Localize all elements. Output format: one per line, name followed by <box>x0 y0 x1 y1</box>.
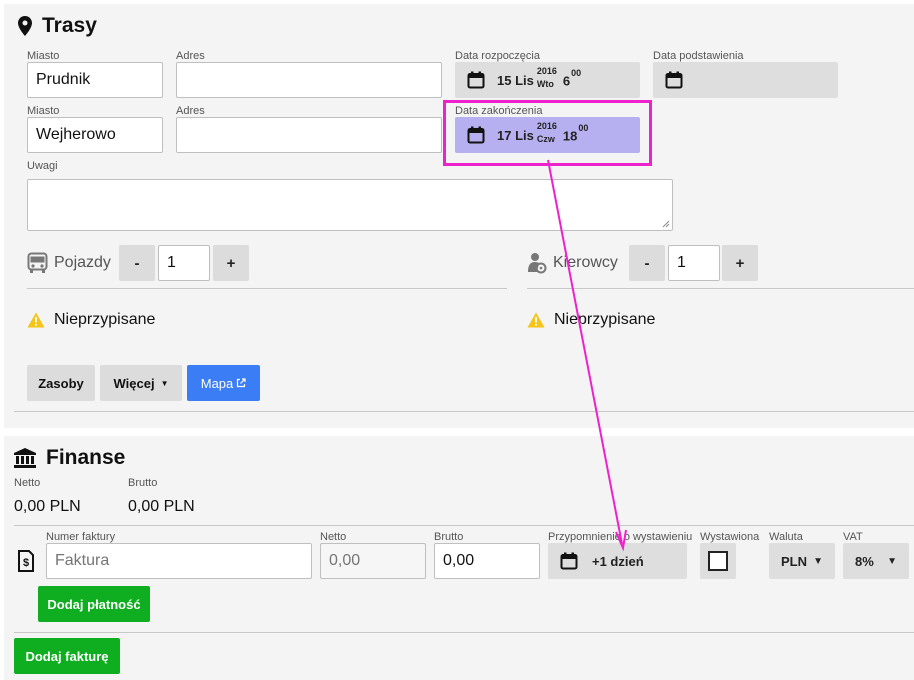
start-date-day: 15 Lis <box>497 72 534 88</box>
drivers-label: Kierowcy <box>527 252 618 274</box>
route2-address-input[interactable] <box>176 117 442 153</box>
caret-down-icon: ▼ <box>887 555 897 567</box>
end-date-day: 17 Lis <box>497 127 534 143</box>
more-dropdown-button[interactable]: Więcej ▼ <box>100 365 182 401</box>
drivers-label-text: Kierowcy <box>553 254 618 271</box>
vehicles-decrement-button[interactable]: - <box>119 245 155 281</box>
route2-address-label: Adres <box>176 105 205 117</box>
start-date-hour: 6 <box>562 73 571 89</box>
currency-value: PLN <box>781 553 807 569</box>
map-pin-icon <box>18 16 32 36</box>
drivers-decrement-button[interactable]: - <box>629 245 665 281</box>
drivers-status: Nieprzypisane <box>527 311 655 329</box>
substitution-date-label: Data podstawienia <box>653 50 744 62</box>
caret-down-icon: ▼ <box>160 378 169 388</box>
route1-city-input[interactable]: Prudnik <box>27 62 163 98</box>
total-netto-label: Netto <box>14 477 41 489</box>
resources-button[interactable]: Zasoby <box>27 365 95 401</box>
checkbox-square <box>708 551 728 571</box>
drivers-divider <box>527 288 914 289</box>
route1-city-label: Miasto <box>27 50 60 62</box>
start-date-minutes: 00 <box>571 67 582 78</box>
invoice-brutto-input[interactable]: 0,00 <box>434 543 540 579</box>
end-date-hour: 18 <box>562 128 578 144</box>
end-date-label: Data zakończenia <box>455 105 543 117</box>
svg-text:$: $ <box>23 557 29 569</box>
driver-icon <box>528 253 547 274</box>
calendar-icon <box>467 126 485 144</box>
vehicles-divider <box>27 288 507 289</box>
notes-textarea[interactable] <box>27 179 673 231</box>
vat-value: 8% <box>855 553 874 569</box>
invoice-number-input[interactable] <box>46 543 312 579</box>
currency-label: Waluta <box>769 531 803 543</box>
substitution-date-picker[interactable] <box>653 62 838 98</box>
finance-title: Finanse <box>14 446 125 470</box>
invoice-brutto-label: Brutto <box>434 531 464 543</box>
start-date-year: 2016 <box>536 66 557 76</box>
end-date-year: 2016 <box>536 121 557 131</box>
start-date-label: Data rozpoczęcia <box>455 50 540 62</box>
more-button-label: Więcej <box>113 375 155 391</box>
warning-icon <box>27 312 45 328</box>
total-brutto-value: 0,00 PLN <box>128 498 195 515</box>
vehicles-label-text: Pojazdy <box>54 254 111 271</box>
finance-divider-top <box>14 525 914 526</box>
warning-icon <box>527 312 545 328</box>
total-brutto-label: Brutto <box>128 477 158 489</box>
route1-address-label: Adres <box>176 50 205 62</box>
start-date-weekday: Wto <box>536 79 554 89</box>
route2-city-input[interactable]: Wejherowo <box>27 117 163 153</box>
finance-divider-bottom <box>14 632 914 633</box>
caret-down-icon: ▼ <box>813 555 823 567</box>
reminder-label: Przypomnienie o wystawieniu <box>548 531 693 543</box>
calendar-icon <box>560 552 578 570</box>
map-button[interactable]: Mapa <box>187 365 260 401</box>
invoice-number-label: Numer faktury <box>46 531 116 543</box>
vat-label: VAT <box>843 531 863 543</box>
vat-select[interactable]: 8% ▼ <box>843 543 909 579</box>
map-button-label: Mapa <box>200 375 234 391</box>
calendar-icon <box>665 71 683 89</box>
vehicles-status: Nieprzypisane <box>27 311 155 329</box>
drivers-count-input[interactable]: 1 <box>668 245 720 281</box>
invoice-netto-label: Netto <box>320 531 347 543</box>
issued-label: Wystawiona <box>700 531 760 543</box>
end-date-picker[interactable]: 17 Lis 2016 Czw 1800 <box>455 117 640 153</box>
issued-checkbox[interactable] <box>700 543 736 579</box>
vehicles-increment-button[interactable]: + <box>213 245 249 281</box>
currency-select[interactable]: PLN ▼ <box>769 543 835 579</box>
end-date-weekday: Czw <box>536 134 555 144</box>
notes-label: Uwagi <box>27 160 58 172</box>
calendar-icon <box>467 71 485 89</box>
reminder-picker[interactable]: +1 dzień <box>548 543 687 579</box>
routes-title: Trasy <box>18 14 97 38</box>
resize-handle-icon[interactable] <box>662 220 670 228</box>
finance-title-text: Finanse <box>46 446 126 469</box>
vehicles-status-text: Nieprzypisane <box>54 311 156 328</box>
drivers-increment-button[interactable]: + <box>722 245 758 281</box>
vehicles-label: Pojazdy <box>27 252 111 274</box>
routes-title-text: Trasy <box>42 14 97 37</box>
drivers-status-text: Nieprzypisane <box>554 311 656 328</box>
total-netto-value: 0,00 PLN <box>14 498 81 515</box>
end-date-minutes: 00 <box>578 122 589 133</box>
invoice-netto-input[interactable] <box>320 543 426 579</box>
external-link-icon <box>237 378 246 388</box>
routes-bottom-divider <box>14 411 914 412</box>
add-payment-button[interactable]: Dodaj płatność <box>38 586 150 622</box>
add-invoice-button[interactable]: Dodaj fakturę <box>14 638 120 674</box>
invoice-dollar-icon: $ <box>18 550 34 572</box>
bus-icon <box>27 252 48 273</box>
route1-address-input[interactable] <box>176 62 442 98</box>
vehicles-count-input[interactable]: 1 <box>158 245 210 281</box>
bank-icon <box>14 448 36 468</box>
route2-city-label: Miasto <box>27 105 60 117</box>
reminder-value: +1 dzień <box>592 553 644 569</box>
start-date-picker[interactable]: 15 Lis 2016 Wto 600 <box>455 62 640 98</box>
